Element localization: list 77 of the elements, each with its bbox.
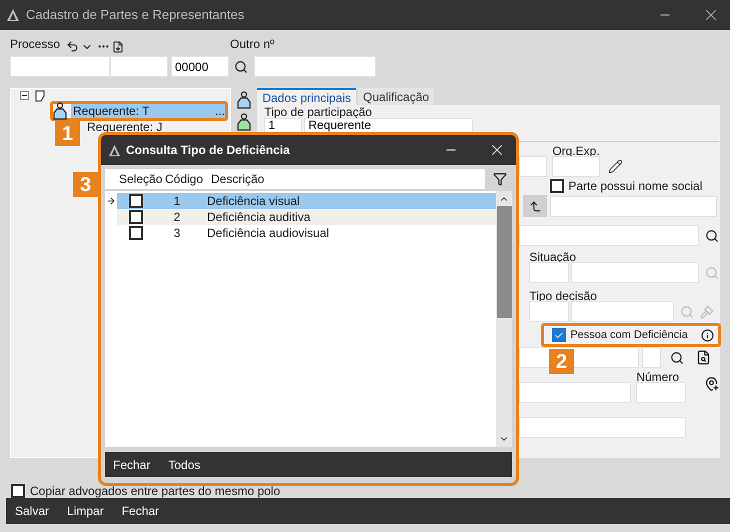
dialog-button[interactable]: Todos [168,456,200,474]
icon-button[interactable] [523,195,548,217]
footer-button[interactable]: Salvar [15,502,50,520]
checkbox[interactable] [550,179,564,193]
column-header: Descrição [211,171,264,188]
text-field[interactable] [10,56,110,77]
dialog-title: Consulta Tipo de Deficiência [126,142,290,159]
table-cell-text: Deficiência auditiva [207,209,310,226]
text-field[interactable] [571,262,700,283]
table-row[interactable]: 2 Deficiência auditiva [117,209,496,225]
checkbox[interactable] [11,484,25,498]
column-header: Código [165,171,204,188]
person-tag-icon [237,113,252,131]
table-cell-text: Deficiência visual [207,193,300,210]
text-field[interactable] [529,262,570,283]
logo-icon [108,144,121,156]
text-field[interactable] [571,301,674,322]
info-icon[interactable] [701,328,714,342]
text-field[interactable] [519,156,548,177]
footer-button[interactable]: Limpar [67,502,104,520]
field-label: Tipo decisão [529,288,598,301]
text-field[interactable] [529,301,570,322]
checkbox-label: Copiar advogados entre partes do mesmo polo [30,483,280,500]
checkbox[interactable] [129,226,143,240]
tab[interactable]: Qualificação [358,88,434,105]
table-cell-text: 1 [172,193,182,210]
text-field[interactable] [254,56,376,77]
logo-icon [6,8,20,22]
map-pin-plus-icon[interactable] [704,376,720,392]
column-header: Seleção [119,171,164,188]
footer-button[interactable]: Fechar [122,502,160,520]
check-icon [554,330,564,340]
filter-icon[interactable] [493,172,507,186]
tree-item[interactable]: Requerente: T ... [71,104,225,118]
pencil-icon[interactable] [608,159,624,174]
text-field[interactable] [519,382,632,403]
text-field[interactable] [552,156,600,177]
search-icon[interactable] [705,228,720,242]
table-cell-text: Deficiência audiovisual [207,225,330,242]
callout-tooltip: 3 [73,172,98,197]
person-tag-icon [237,91,252,109]
scrollbar-thumb[interactable] [496,206,512,318]
field-label: Número [636,369,680,382]
text-field[interactable] [550,196,718,216]
field-label: Outro nº [230,36,274,53]
text-field[interactable]: 00000 [171,56,229,77]
callout-tooltip: 2 [549,349,574,374]
search-icon[interactable] [234,60,248,74]
document-search-icon[interactable] [696,350,712,365]
text-field[interactable] [642,347,662,368]
text-field[interactable] [519,225,700,246]
callout-tooltip: 1 [55,121,80,146]
checkbox[interactable] [552,328,566,342]
dialog-button[interactable]: Fechar [113,456,150,474]
checkbox-label: Pessoa com Deficiência [570,328,688,343]
checkbox[interactable] [129,210,143,224]
document-arrow-icon[interactable] [112,41,124,53]
text-field[interactable] [519,417,686,438]
person-tag-icon [53,102,67,120]
scrollbar[interactable] [496,191,512,447]
table-row[interactable]: 1 Deficiência visual [117,193,496,209]
search-icon[interactable] [670,350,684,364]
field-label: Tipo de participação [264,106,373,118]
current-row-icon [106,196,116,206]
collapse-icon[interactable] [20,91,29,100]
checkbox[interactable] [129,194,143,208]
table-cell-text: 3 [172,225,182,242]
checkbox-label: Parte possui nome social [568,178,702,195]
undo-icon[interactable] [66,40,80,53]
text-field[interactable] [110,56,168,77]
text-field[interactable] [636,382,686,403]
window-title: Cadastro de Partes e Representantes [26,6,244,24]
tab[interactable]: Dados principais [257,88,356,105]
table-cell-text: 2 [172,209,182,226]
field-label: Processo [10,36,60,53]
field-label: Situação [529,249,578,262]
arrow-up-icon [528,200,542,212]
